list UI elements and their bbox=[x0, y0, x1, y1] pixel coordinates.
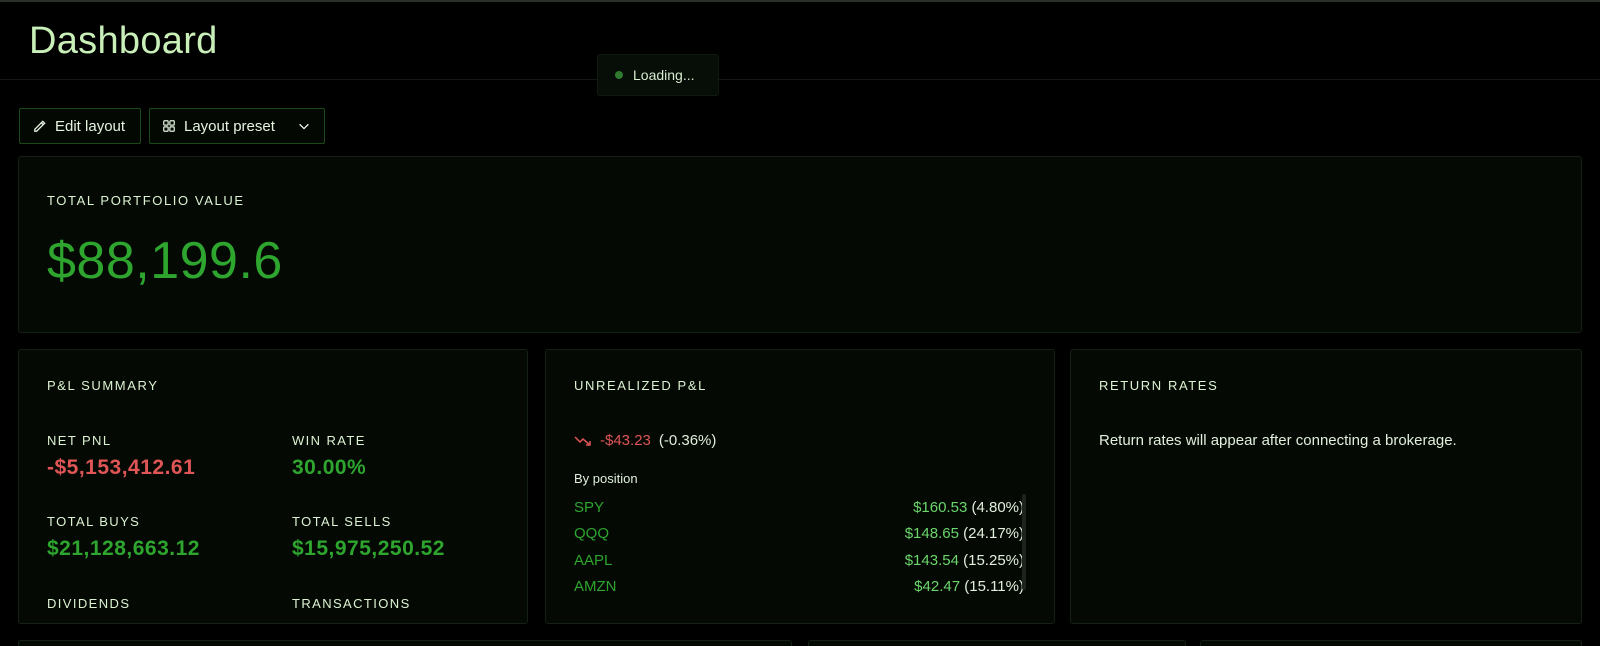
bottom-card-left bbox=[18, 640, 792, 646]
position-symbol: QQQ bbox=[574, 525, 610, 543]
list-item[interactable]: QQQ $148.65 (24.17%) bbox=[574, 521, 1024, 548]
position-value: $160.53 (4.80%) bbox=[913, 499, 1024, 516]
unrealized-amount: -$43.23 bbox=[600, 432, 651, 449]
win-rate-label: WIN RATE bbox=[292, 433, 366, 448]
bottom-card-middle bbox=[808, 640, 1186, 646]
position-value: $143.54 (15.25%) bbox=[905, 552, 1024, 569]
edit-layout-label: Edit layout bbox=[55, 117, 126, 135]
layout-preset-dropdown[interactable]: Layout preset bbox=[149, 108, 325, 144]
return-rates-title: RETURN RATES bbox=[1099, 378, 1219, 393]
pnl-summary-card: P&L SUMMARY NET PNL -$5,153,412.61 WIN R… bbox=[18, 349, 528, 624]
position-symbol: SPY bbox=[574, 498, 605, 516]
unrealized-pnl-card: UNREALIZED P&L -$43.23 (-0.36%) By posit… bbox=[545, 349, 1055, 624]
position-value: $42.47 (15.11%) bbox=[914, 578, 1024, 595]
loading-toast: Loading... bbox=[597, 54, 719, 96]
portfolio-value-card: TOTAL PORTFOLIO VALUE $88,199.6 bbox=[18, 156, 1582, 333]
layout-preset-label: Layout preset bbox=[184, 117, 275, 135]
portfolio-value: $88,199.6 bbox=[47, 232, 283, 290]
list-item[interactable]: SPY $160.53 (4.80%) bbox=[574, 494, 1024, 521]
position-amount: $148.65 bbox=[904, 525, 959, 543]
net-pnl-value: -$5,153,412.61 bbox=[47, 456, 196, 479]
edit-layout-button[interactable]: Edit layout bbox=[19, 108, 141, 144]
position-symbol: AMZN bbox=[574, 578, 617, 596]
position-percent: (4.80%) bbox=[971, 498, 1024, 516]
position-list[interactable]: SPY $160.53 (4.80%) QQQ $148.65 (24.17%)… bbox=[574, 494, 1024, 600]
position-amount: $143.54 bbox=[904, 551, 959, 569]
total-sells-label: TOTAL SELLS bbox=[292, 514, 392, 529]
total-buys-label: TOTAL BUYS bbox=[47, 514, 141, 529]
position-amount: $42.47 bbox=[914, 578, 961, 596]
page-title: Dashboard bbox=[29, 20, 218, 62]
pnl-summary-title: P&L SUMMARY bbox=[47, 378, 159, 393]
unrealized-percent: (-0.36%) bbox=[658, 432, 717, 449]
position-percent: (15.11%) bbox=[964, 578, 1024, 596]
pencil-icon bbox=[34, 119, 46, 132]
by-position-label: By position bbox=[574, 471, 638, 486]
list-item[interactable]: AMZN $42.47 (15.11%) bbox=[574, 574, 1024, 601]
total-buys-value: $21,128,663.12 bbox=[47, 537, 200, 560]
position-value: $148.65 (24.17%) bbox=[905, 525, 1024, 542]
unrealized-total: -$43.23 (-0.36%) bbox=[574, 432, 716, 449]
grid-icon bbox=[163, 120, 175, 132]
bottom-card-right bbox=[1200, 640, 1582, 646]
total-sells-value: $15,975,250.52 bbox=[292, 537, 445, 560]
position-percent: (15.25%) bbox=[963, 551, 1024, 569]
position-symbol: AAPL bbox=[574, 551, 613, 569]
chevron-down-icon bbox=[299, 123, 309, 130]
portfolio-value-label: TOTAL PORTFOLIO VALUE bbox=[47, 193, 245, 208]
unrealized-pnl-title: UNREALIZED P&L bbox=[574, 378, 707, 393]
dividends-label: DIVIDENDS bbox=[47, 596, 131, 611]
trend-down-icon bbox=[574, 435, 591, 446]
status-dot-icon bbox=[615, 71, 623, 79]
position-amount: $160.53 bbox=[913, 498, 968, 516]
list-item[interactable]: AAPL $143.54 (15.25%) bbox=[574, 547, 1024, 574]
transactions-label: TRANSACTIONS bbox=[292, 596, 411, 611]
net-pnl-label: NET PNL bbox=[47, 433, 112, 448]
position-percent: (24.17%) bbox=[963, 525, 1024, 543]
return-rates-card: RETURN RATES Return rates will appear af… bbox=[1070, 349, 1582, 624]
win-rate-value: 30.00% bbox=[292, 456, 367, 479]
loading-text: Loading... bbox=[633, 67, 695, 83]
position-list-scrollbar[interactable] bbox=[1022, 494, 1026, 590]
return-rates-message: Return rates will appear after connectin… bbox=[1099, 432, 1457, 449]
page-header: Dashboard bbox=[0, 0, 1600, 80]
dashboard-page: Dashboard Loading... Edit layout Layout … bbox=[0, 0, 1600, 646]
